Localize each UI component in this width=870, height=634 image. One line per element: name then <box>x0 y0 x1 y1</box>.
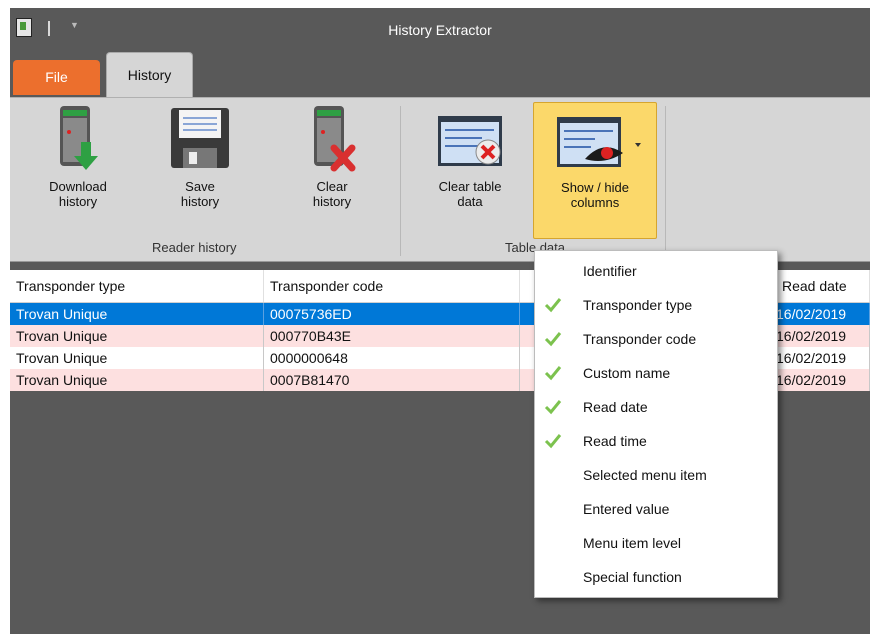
menu-item-label: Special function <box>583 569 682 585</box>
menu-item[interactable]: Read date <box>535 390 777 424</box>
download-history-label2: history <box>58 194 98 209</box>
menu-item-label: Selected menu item <box>583 467 707 483</box>
menu-item-label: Custom name <box>583 365 671 381</box>
group-separator <box>665 106 666 256</box>
checkmark-icon <box>544 434 562 449</box>
cell-read-date: 16/02/2019 <box>776 369 870 391</box>
clear-device-icon <box>314 106 356 172</box>
window-title: History Extractor <box>388 22 492 38</box>
eye-table-icon <box>557 117 641 167</box>
cell-transponder-code: 0000000648 <box>264 347 520 369</box>
clear-history-label1: Clear <box>316 179 348 194</box>
menu-item-label: Entered value <box>583 501 670 517</box>
app-window: ▼ History Extractor File History Downloa… <box>10 8 870 634</box>
cell-transponder-type: Trovan Unique <box>10 303 264 325</box>
cell-transponder-type: Trovan Unique <box>10 347 264 369</box>
menu-item[interactable]: Transponder type <box>535 288 777 322</box>
menu-item-label: Read date <box>583 399 648 415</box>
download-device-icon <box>60 106 98 170</box>
tab-history[interactable]: History <box>106 52 193 99</box>
group-label-reader-history: Reader history <box>152 240 237 255</box>
dropdown-arrow-icon <box>635 143 641 147</box>
clear-table-label2: data <box>457 194 483 209</box>
checkmark-icon <box>544 298 562 313</box>
save-history-label2: history <box>180 194 220 209</box>
ribbon: Download history Save history Clear hist… <box>10 97 870 312</box>
menu-item[interactable]: Special function <box>535 560 777 594</box>
save-history-button[interactable]: Save history <box>160 102 240 209</box>
show-hide-label2: columns <box>570 195 620 210</box>
download-history-label1: Download <box>49 179 107 194</box>
menu-item[interactable]: Read time <box>535 424 777 458</box>
checkmark-icon <box>544 400 562 415</box>
clear-table-icon <box>438 116 502 166</box>
menu-item[interactable]: Transponder code <box>535 322 777 356</box>
cell-transponder-type: Trovan Unique <box>10 369 264 391</box>
menu-item[interactable]: Entered value <box>535 492 777 526</box>
menu-item-label: Menu item level <box>583 535 682 551</box>
menu-item-label: Read time <box>583 433 647 449</box>
column-header-transponder-type[interactable]: Transponder type <box>10 270 264 302</box>
cell-read-date: 16/02/2019 <box>776 325 870 347</box>
menu-item-label: Identifier <box>583 263 637 279</box>
menu-item[interactable]: Selected menu item <box>535 458 777 492</box>
clear-table-data-button[interactable]: Clear table data <box>424 102 516 209</box>
save-history-label1: Save <box>185 179 215 194</box>
download-history-button[interactable]: Download history <box>38 102 118 209</box>
cell-read-date: 16/02/2019 <box>776 347 870 369</box>
show-hide-columns-button[interactable]: Show / hide columns <box>533 102 657 239</box>
group-separator <box>400 106 401 256</box>
clear-table-label1: Clear table <box>438 179 502 194</box>
menu-item[interactable]: Menu item level <box>535 526 777 560</box>
cell-read-date: 16/02/2019 <box>776 303 870 325</box>
menu-item[interactable]: Custom name <box>535 356 777 390</box>
menu-item[interactable]: Identifier <box>535 254 777 288</box>
column-header-transponder-code[interactable]: Transponder code <box>264 270 520 302</box>
title-bar: ▼ History Extractor <box>10 8 870 52</box>
cell-transponder-code: 000770B43E <box>264 325 520 347</box>
show-hide-label1: Show / hide <box>561 180 629 195</box>
clear-history-label2: history <box>312 194 352 209</box>
clear-history-button[interactable]: Clear history <box>292 102 372 209</box>
checkmark-icon <box>544 332 562 347</box>
column-visibility-menu: Identifier Transponder type Transponder co… <box>534 250 778 598</box>
checkmark-icon <box>544 366 562 381</box>
cell-transponder-code: 00075736ED <box>264 303 520 325</box>
column-header-read-date[interactable]: Read date <box>776 270 870 302</box>
tab-file[interactable]: File <box>13 60 100 95</box>
cell-transponder-code: 0007B81470 <box>264 369 520 391</box>
floppy-disk-icon <box>171 108 229 168</box>
menu-item-label: Transponder type <box>583 297 693 313</box>
menu-item-label: Transponder code <box>583 331 697 347</box>
cell-transponder-type: Trovan Unique <box>10 325 264 347</box>
